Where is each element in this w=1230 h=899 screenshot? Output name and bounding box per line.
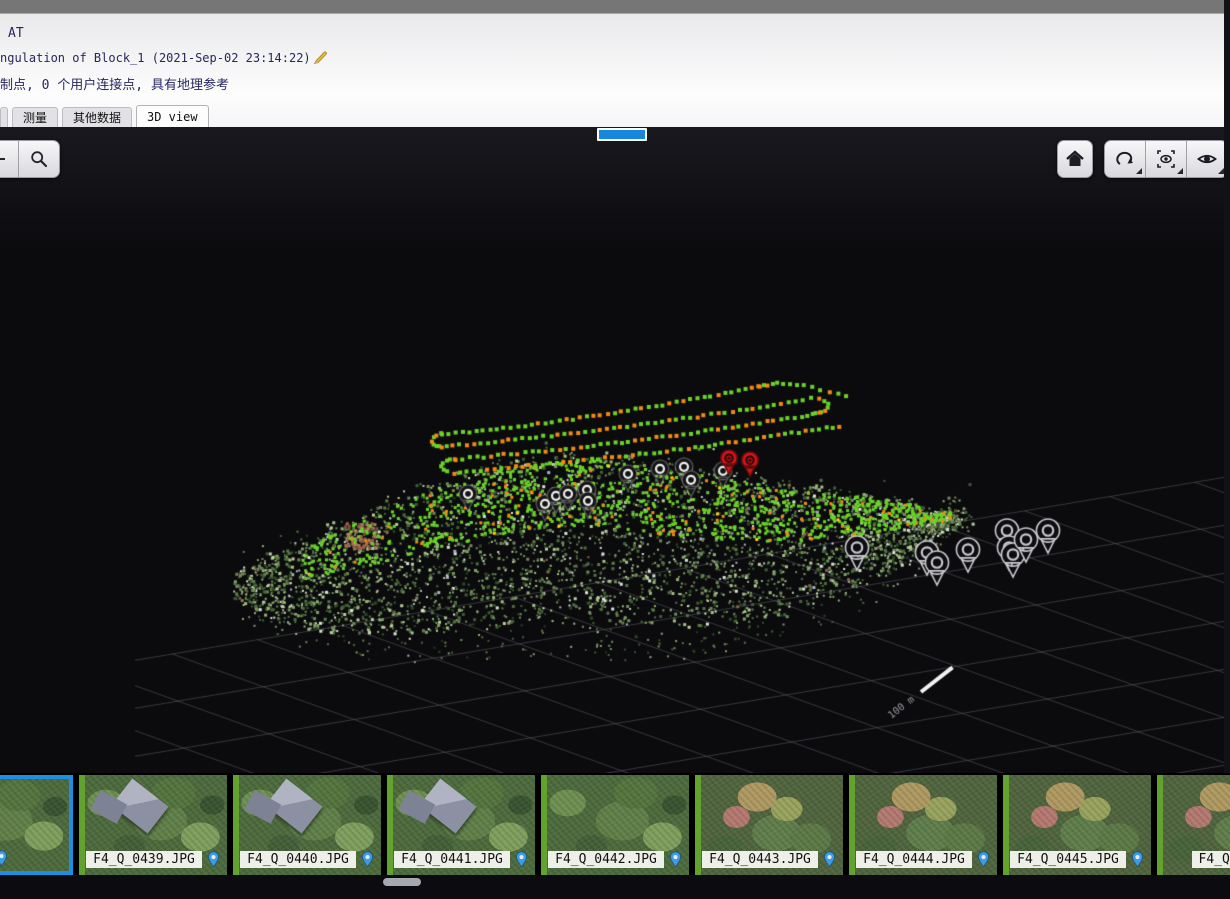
photo-filmstrip: 38.JPG F4_Q_0439.JPG F4_Q_0440.JPG — [0, 773, 1230, 875]
select-tool-icon — [0, 150, 7, 168]
thumbnail-item[interactable]: F4_Q_0442.JPG — [541, 775, 689, 875]
location-pin-icon — [823, 851, 836, 868]
tab-partial[interactable] — [0, 107, 8, 127]
focus-eye-icon — [1155, 148, 1177, 170]
thumbnail-item[interactable]: F4_Q_0445.JPG — [1003, 775, 1151, 875]
view-mode-group — [1104, 140, 1228, 178]
block-header: AT ngulation of Block_1 (2021-Sep-02 23:… — [0, 14, 1230, 127]
orbit-icon — [1114, 148, 1136, 170]
eye-icon — [1196, 148, 1218, 170]
home-view-button[interactable] — [1057, 140, 1093, 178]
thumbnail-item[interactable]: F4_Q_0439.JPG — [79, 775, 227, 875]
thumbnail-item[interactable]: 38.JPG — [0, 775, 73, 875]
window-right-edge — [1224, 0, 1230, 773]
thumbnail-label: F4_Q_0441.JPG — [394, 851, 510, 868]
filmstrip-track: 38.JPG F4_Q_0439.JPG F4_Q_0440.JPG — [0, 775, 1230, 875]
location-pin-icon — [361, 851, 374, 868]
location-pin-icon — [207, 851, 220, 868]
app-window: AT ngulation of Block_1 (2021-Sep-02 23:… — [0, 0, 1230, 899]
tab-bar: 测量 其他数据 3D view — [0, 105, 1230, 127]
edit-pencil-icon[interactable] — [313, 50, 328, 65]
filmstrip-scrollbar-thumb[interactable] — [383, 878, 421, 886]
location-pin-icon — [0, 850, 8, 867]
thumbnail-label: F4_Q_0442.JPG — [548, 851, 664, 868]
location-pin-icon — [669, 851, 682, 868]
window-titlebar — [0, 0, 1230, 14]
thumbnail-item[interactable]: F4_Q_0 — [1157, 775, 1230, 875]
3d-viewport-canvas[interactable] — [0, 127, 1230, 773]
left-tool-group — [0, 140, 60, 178]
thumbnail-label: F4_Q_0443.JPG — [702, 851, 818, 868]
thumbnail-item[interactable]: F4_Q_0444.JPG — [849, 775, 997, 875]
block-title: ngulation of Block_1 (2021-Sep-02 23:14:… — [0, 51, 311, 65]
thumbnail-label: F4_Q_0444.JPG — [856, 851, 972, 868]
3d-viewport — [0, 127, 1230, 773]
viewport-slider-handle[interactable] — [597, 128, 647, 141]
select-tool-button[interactable] — [0, 141, 18, 177]
roof-shape — [419, 778, 476, 833]
zoom-tool-button[interactable] — [18, 141, 59, 177]
home-icon — [1065, 150, 1085, 168]
roof-shape — [265, 778, 322, 833]
bottom-bar — [0, 875, 1230, 899]
thumbnail-label: F4_Q_0439.JPG — [86, 851, 202, 868]
thumbnail-label: F4_Q_0440.JPG — [240, 851, 356, 868]
magnifier-icon — [29, 149, 49, 169]
tab-other-data[interactable]: 其他数据 — [62, 107, 132, 127]
location-pin-icon — [515, 851, 528, 868]
thumbnail-item[interactable]: F4_Q_0443.JPG — [695, 775, 843, 875]
thumbnail-label: F4_Q_0 — [1192, 851, 1230, 868]
thumbnail-item[interactable]: F4_Q_0440.JPG — [233, 775, 381, 875]
app-label: AT — [8, 26, 24, 41]
thumbnail-item[interactable]: F4_Q_0441.JPG — [387, 775, 535, 875]
block-summary: 制点, 0 个用户连接点, 具有地理参考 — [0, 74, 229, 93]
tab-survey[interactable]: 测量 — [12, 107, 58, 127]
roof-shape — [111, 778, 168, 833]
location-pin-icon — [977, 851, 990, 868]
tab-3d-view[interactable]: 3D view — [136, 105, 209, 127]
location-pin-icon — [1131, 851, 1144, 868]
visibility-button[interactable] — [1186, 141, 1227, 177]
view-focus-button[interactable] — [1145, 141, 1186, 177]
orbit-mode-button[interactable] — [1105, 141, 1145, 177]
thumbnail-label: F4_Q_0445.JPG — [1010, 851, 1126, 868]
